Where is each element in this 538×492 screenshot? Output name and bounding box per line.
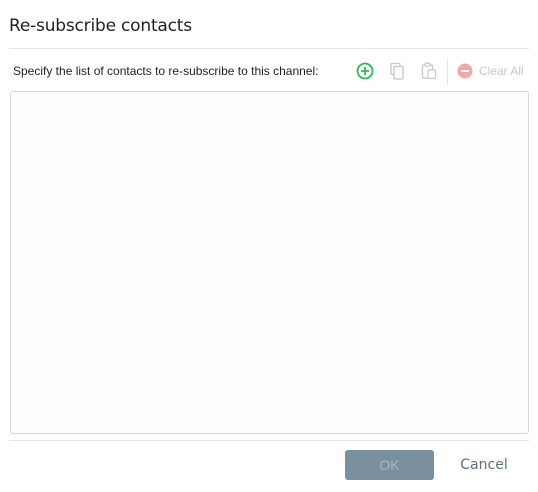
clear-all-label: Clear All xyxy=(479,64,524,78)
clear-all-button[interactable]: Clear All xyxy=(457,61,524,81)
paste-icon xyxy=(421,62,437,80)
resubscribe-dialog: Re-subscribe contacts Specify the list o… xyxy=(0,0,538,492)
minus-circle-icon xyxy=(457,63,473,79)
contacts-list-box[interactable] xyxy=(10,91,529,434)
copy-icon xyxy=(390,62,404,80)
toolbar-separator xyxy=(447,58,448,85)
cancel-button[interactable]: Cancel xyxy=(452,450,516,480)
footer-divider xyxy=(9,440,529,441)
add-circle-icon xyxy=(356,62,374,80)
instruction-text: Specify the list of contacts to re-subsc… xyxy=(13,64,319,78)
paste-button[interactable] xyxy=(418,60,440,82)
toolbar-row: Specify the list of contacts to re-subsc… xyxy=(0,56,538,86)
ok-button[interactable]: OK xyxy=(345,450,434,480)
dialog-title: Re-subscribe contacts xyxy=(9,16,192,36)
add-contact-button[interactable] xyxy=(354,60,376,82)
title-divider xyxy=(9,48,529,49)
copy-button[interactable] xyxy=(386,60,408,82)
